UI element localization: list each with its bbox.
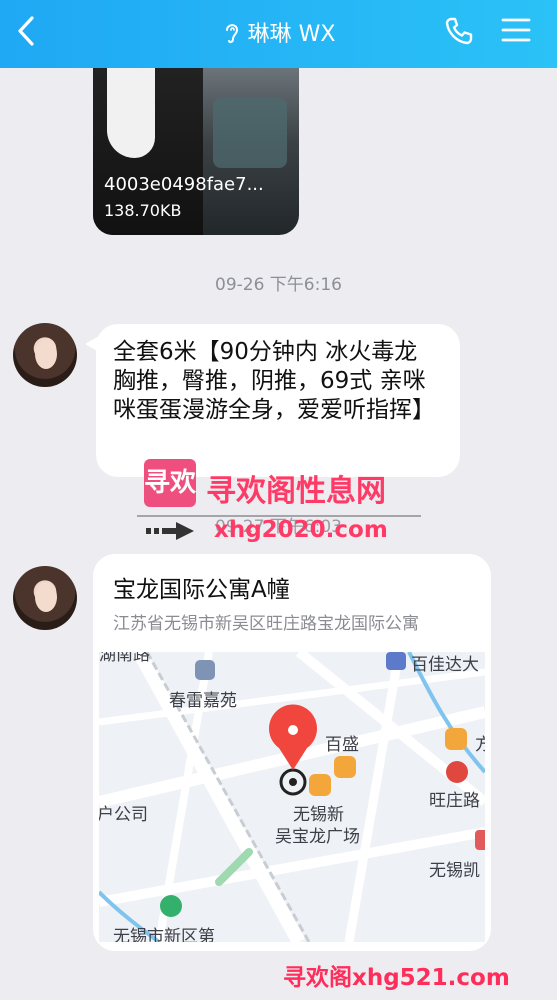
watermark-arrow-icon — [146, 522, 194, 540]
map-roads — [99, 652, 485, 942]
contact-avatar[interactable] — [13, 566, 77, 630]
map-label: 方 — [475, 735, 485, 755]
map-label: 百盛 — [325, 735, 359, 755]
location-map[interactable]: 湖南路 春雷嘉苑 百佳达大 百盛 旺庄路 方 户公司 无锡新 吴宝龙广场 无锡凯… — [99, 652, 485, 942]
map-label: 春雷嘉苑 — [169, 691, 237, 711]
chat-title-text: 琳琳 WX — [247, 22, 336, 47]
watermark-bottom-url: 寻欢阁xhg521.com — [283, 965, 510, 991]
watermark-logo: 寻欢 — [144, 459, 196, 507]
map-label: 百佳达大 — [411, 655, 479, 675]
location-title: 宝龙国际公寓A幢 — [113, 577, 290, 603]
map-label: 无锡市新区第 — [113, 927, 215, 942]
menu-icon[interactable] — [501, 16, 531, 44]
photo-detail — [107, 68, 155, 158]
phone-call-icon[interactable] — [444, 16, 474, 46]
map-label: 吴宝龙广场 — [275, 827, 360, 847]
message-timestamp: 09-26 下午6:16 — [215, 275, 342, 295]
map-label: 户公司 — [99, 805, 148, 825]
location-message-card[interactable]: 宝龙国际公寓A幢 江苏省无锡市新吴区旺庄路宝龙国际公寓 湖南路 春雷嘉苑 百佳达… — [93, 554, 491, 951]
map-label: 湖南路 — [99, 652, 150, 665]
map-label: 旺庄路 — [429, 791, 480, 811]
photo-background — [213, 98, 287, 168]
file-size: 138.70KB — [104, 201, 182, 220]
watermark-url: xhg2020.com — [214, 517, 388, 543]
chat-header: 琳琳 WX — [0, 0, 557, 68]
map-label: 无锡凯 — [429, 861, 480, 881]
watermark-site-name: 寻欢阁性息网 — [206, 474, 386, 509]
text-message-bubble[interactable]: 全套6米【90分钟内 冰火毒龙 胸推，臀推，阴推，69式 亲咪咪蛋蛋漫游全身，爱… — [96, 324, 460, 477]
contact-avatar[interactable] — [13, 323, 77, 387]
file-name: 4003e0498fae7... — [104, 174, 264, 195]
earpiece-icon — [225, 24, 238, 44]
file-message-bubble[interactable]: 4003e0498fae7... 138.70KB — [93, 68, 299, 235]
location-address: 江苏省无锡市新吴区旺庄路宝龙国际公寓 — [113, 614, 419, 634]
